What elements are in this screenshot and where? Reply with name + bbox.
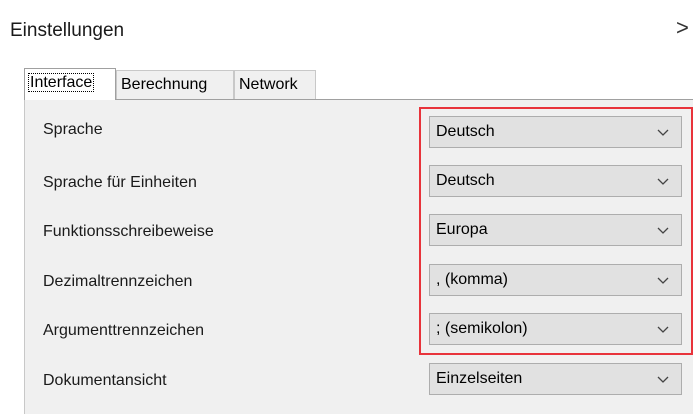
setting-label-dezimaltrennzeichen: Dezimaltrennzeichen	[43, 273, 193, 290]
select-sprache[interactable]: Deutsch	[429, 116, 682, 148]
select-value: Einzelseiten	[436, 370, 523, 387]
chevron-down-icon	[657, 129, 669, 136]
window-title: Einstellungen	[10, 20, 125, 41]
tab-interface-label: Interface	[27, 73, 95, 92]
select-funktionsschreibeweise[interactable]: Europa	[429, 214, 682, 246]
title-bar: Einstellungen >	[0, 0, 693, 62]
tab-network[interactable]: Network	[234, 70, 316, 100]
setting-label-dokumentansicht: Dokumentansicht	[43, 372, 167, 389]
tab-berechnung-label: Berechnung	[121, 76, 208, 93]
select-value: Deutsch	[436, 123, 495, 140]
chevron-down-icon	[657, 227, 669, 234]
select-dezimaltrennzeichen[interactable]: , (komma)	[429, 264, 682, 296]
tab-network-label: Network	[239, 76, 298, 93]
chevron-down-icon	[657, 326, 669, 333]
chevron-down-icon	[657, 277, 669, 284]
select-value: Europa	[436, 221, 488, 238]
select-value: Deutsch	[436, 172, 495, 189]
select-argumenttrennzeichen[interactable]: ; (semikolon)	[429, 313, 682, 345]
chevron-down-icon	[657, 178, 669, 185]
select-dokumentansicht[interactable]: Einzelseiten	[429, 363, 682, 395]
setting-label-sprache-einheiten: Sprache für Einheiten	[43, 174, 197, 191]
tab-interface[interactable]: Interface	[24, 68, 116, 100]
setting-label-funktionsschreibeweise: Funktionsschreibeweise	[43, 223, 214, 240]
select-sprache-einheiten[interactable]: Deutsch	[429, 165, 682, 197]
tab-berechnung[interactable]: Berechnung	[116, 70, 234, 100]
setting-label-argumenttrennzeichen: Argumenttrennzeichen	[43, 322, 204, 339]
select-value: ; (semikolon)	[436, 320, 528, 337]
setting-label-sprache: Sprache	[43, 121, 103, 138]
chevron-down-icon	[657, 376, 669, 383]
select-value: , (komma)	[436, 271, 508, 288]
close-icon[interactable]: >	[676, 17, 689, 39]
